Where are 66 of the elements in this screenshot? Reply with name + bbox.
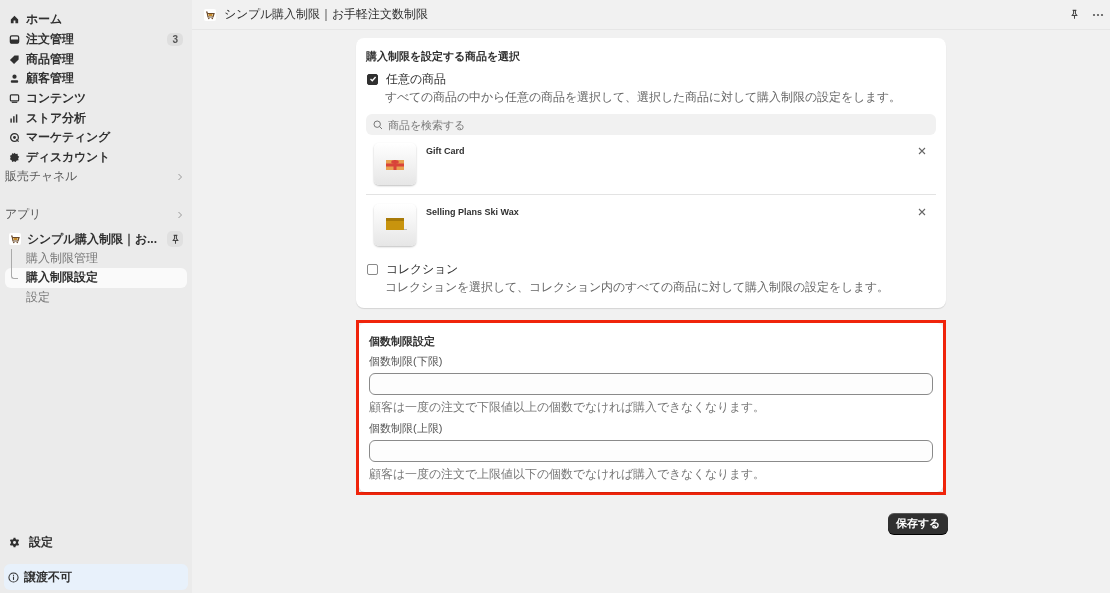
nav-item[interactable]: ディスカウント [5, 147, 187, 168]
product-name: Gift Card [426, 146, 466, 156]
option-description: コレクションを選択して、コレクション内のすべての商品に対して購入制限の設定をします。 [385, 279, 890, 296]
home-icon [9, 14, 20, 26]
settings-item[interactable]: 設定 [5, 533, 187, 552]
count-badge: 3 [167, 33, 183, 47]
nav-label: ディスカウント [26, 149, 111, 167]
nav-item[interactable]: マーケティング [5, 128, 187, 148]
nav-label: 顧客管理 [26, 70, 75, 88]
search-field[interactable]: 商品を検索する [366, 114, 936, 135]
notice-banner[interactable]: 譲渡不可 [4, 564, 188, 590]
app-nav-item[interactable]: シンプル購入制限｜お... [5, 229, 187, 249]
app-subitem[interactable]: 購入制限設定 [5, 268, 187, 288]
product-name: Selling Plans Ski Wax [426, 207, 520, 217]
card-title: 購入制限を設定する商品を選択 [366, 49, 521, 64]
more-button[interactable] [1092, 12, 1104, 17]
more-icon [1092, 12, 1104, 17]
section-header[interactable]: アプリ [5, 205, 187, 224]
nav-label: 商品管理 [26, 50, 75, 68]
info-icon [8, 571, 19, 583]
app-subitem[interactable]: 購入制限管理 [5, 248, 187, 268]
inbox-icon [9, 34, 20, 46]
bar-chart-icon [9, 112, 20, 124]
option-description: すべての商品の中から任意の商品を選択して、選択した商品に対して購入制限の設定をします。 [385, 89, 902, 106]
pin-button[interactable] [1069, 9, 1080, 20]
close-icon[interactable] [918, 147, 926, 155]
nav-label: ストア分析 [26, 109, 87, 127]
tag-icon [9, 53, 20, 65]
close-icon[interactable] [918, 208, 926, 216]
cart-logo-icon [204, 8, 216, 21]
person-icon [9, 73, 20, 85]
pin-icon [1069, 9, 1080, 20]
save-button[interactable]: 保存する [888, 513, 948, 534]
section-header[interactable]: 販売チャネル [5, 167, 187, 186]
chevron-right-icon [177, 210, 183, 219]
checkbox-label: コレクション [386, 260, 458, 278]
gear-icon [9, 537, 20, 548]
nav-item[interactable]: ストア分析 [5, 108, 187, 129]
nav-item[interactable]: コンテンツ [5, 88, 187, 109]
nav-label: 注文管理 [26, 31, 75, 49]
nav-item[interactable]: 顧客管理 [5, 69, 187, 89]
nav-item[interactable]: 注文管理 3 [5, 29, 187, 50]
badge-icon [9, 152, 20, 164]
help-text: 顧客は一度の注文で下限値以上の個数でなければ購入できなくなります。 [369, 399, 766, 416]
pin-button[interactable] [167, 231, 183, 247]
nav-item[interactable]: ホーム [5, 10, 187, 30]
nav-label: ホーム [26, 11, 63, 29]
field-label: 個数制限(下限) [369, 354, 444, 369]
input-field[interactable] [369, 440, 933, 462]
checkbox-label: 任意の商品 [386, 70, 446, 88]
card-title: 個数制限設定 [369, 334, 436, 349]
monitor-icon [9, 93, 20, 105]
nav-label: マーケティング [26, 129, 112, 147]
app-subitem[interactable]: 設定 [5, 287, 187, 307]
input-field[interactable] [369, 373, 933, 395]
field-label: 個数制限(上限) [369, 421, 444, 436]
page-title: シンプル購入制限｜お手軽注文数制限 [224, 6, 429, 23]
search-icon [373, 120, 383, 130]
chevron-right-icon [177, 172, 183, 181]
nav-label: コンテンツ [26, 90, 87, 108]
checkbox[interactable] [367, 73, 378, 85]
help-text: 顧客は一度の注文で上限値以下の個数でなければ購入できなくなります。 [369, 466, 766, 483]
checkbox[interactable] [367, 263, 378, 275]
app-logo-icon [9, 233, 21, 245]
nav-item[interactable]: 商品管理 [5, 49, 187, 70]
pin-icon [169, 233, 181, 245]
